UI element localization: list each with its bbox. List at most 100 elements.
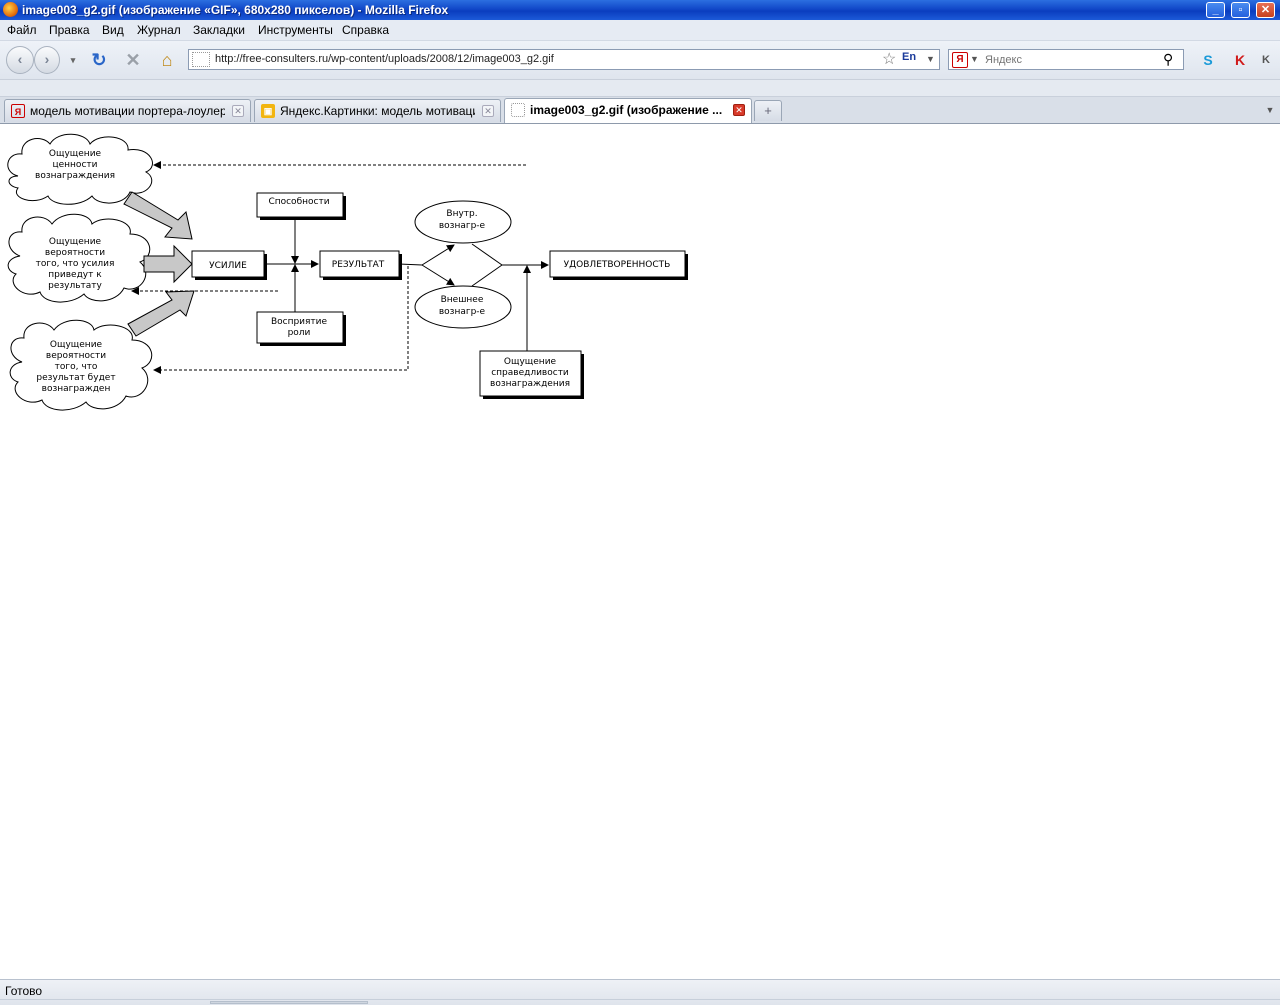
status-text: Готово [5, 984, 43, 998]
tab-porter-lawler[interactable]: Я модель мотивации портера-лоулера ... ✕ [4, 99, 251, 122]
menu-file[interactable]: Файл [7, 23, 37, 37]
status-bar: Готово [0, 979, 1280, 1005]
tab-bar: Я модель мотивации портера-лоулера ... ✕… [0, 97, 1280, 124]
search-engine-dropdown-icon[interactable]: ▼ [970, 50, 979, 69]
box-result-label: РЕЗУЛЬТАТ [332, 260, 385, 270]
tab-close-icon[interactable]: ✕ [482, 105, 494, 117]
address-bar[interactable]: ☆ En ▼ [188, 49, 940, 70]
search-input[interactable] [985, 50, 1155, 69]
firefox-logo-icon [3, 2, 18, 17]
box-fairness-line: справедливости [491, 368, 569, 378]
cloud-text: того, что [55, 362, 98, 372]
cloud-text: вознаграждения [35, 171, 115, 181]
cloud-text: Ощущение [49, 237, 102, 247]
yandex-images-favicon-icon: ▣ [261, 104, 275, 118]
status-divider [0, 999, 1280, 1000]
tab-list-icon[interactable]: ▼ [1262, 100, 1278, 121]
box-role-perception: Восприятие роли [256, 311, 346, 346]
box-effort: УСИЛИЕ [191, 250, 267, 280]
maximize-button[interactable]: ▫ [1231, 2, 1250, 18]
tab-close-icon[interactable]: ✕ [232, 105, 244, 117]
tab-label: модель мотивации портера-лоулера ... [30, 104, 225, 118]
tab-label: image003_g2.gif (изображение ... [530, 103, 723, 117]
arrow-result-to-internal [421, 244, 455, 266]
url-input[interactable] [215, 50, 855, 69]
line-external-to-join [471, 264, 503, 287]
box-role-line: роли [288, 328, 311, 338]
cloud-text: вероятности [46, 351, 106, 361]
ellipse-external-line: Внешнее [441, 295, 484, 305]
motivation-model-diagram: Ощущение ценности вознаграждения Ощущени… [7, 133, 688, 411]
search-icon[interactable]: ⚲ [1163, 50, 1173, 69]
box-result: РЕЗУЛЬТАТ [319, 250, 402, 280]
search-bar[interactable]: Я ▼ ⚲ [948, 49, 1184, 70]
home-icon[interactable]: ⌂ [156, 49, 178, 71]
ellipse-internal-reward: Внутр. вознагр-е [414, 200, 512, 244]
bookmark-star-icon[interactable]: ☆ [882, 50, 896, 69]
cloud-text: ценности [53, 160, 98, 170]
extension-k-icon[interactable]: K [1256, 50, 1276, 70]
box-abilities: Способности [256, 192, 346, 220]
menu-edit[interactable]: Правка [49, 23, 90, 37]
history-dropdown-icon[interactable]: ▾ [62, 49, 84, 71]
cloud-text: Ощущение [50, 340, 103, 350]
keyboard-layout-indicator[interactable]: En [902, 51, 916, 63]
thick-arrow-reward-probability-to-effort [127, 290, 195, 337]
navigation-toolbar: ‹ › ▾ ↻ ✕ ⌂ ☆ En ▼ Я ▼ ⚲ S K K [0, 41, 1280, 80]
box-fairness-line: Ощущение [504, 357, 557, 367]
yandex-favicon-icon: Я [11, 104, 25, 118]
skype-icon[interactable]: S [1198, 50, 1218, 70]
tab-label: Яндекс.Картинки: модель мотиваци... [280, 104, 475, 118]
tab-close-icon[interactable]: ✕ [733, 104, 745, 116]
kaspersky-icon[interactable]: K [1230, 50, 1250, 70]
thick-arrow-value-to-effort [123, 191, 193, 240]
yandex-engine-icon[interactable]: Я [952, 52, 968, 68]
cloud-text: вероятности [45, 248, 105, 258]
stop-icon[interactable]: ✕ [122, 49, 144, 71]
menu-tools[interactable]: Инструменты [258, 23, 333, 37]
back-button[interactable]: ‹ [6, 46, 34, 74]
ellipse-external-reward: Внешнее вознагр-е [414, 285, 512, 329]
menu-help[interactable]: Справка [342, 23, 389, 37]
menu-bookmarks[interactable]: Закладки [193, 23, 245, 37]
menu-bar: Файл Правка Вид Журнал Закладки Инструме… [0, 20, 1280, 41]
cloud-text: приведут к [48, 270, 102, 280]
reload-icon[interactable]: ↻ [88, 49, 110, 71]
tab-yandex-images[interactable]: ▣ Яндекс.Картинки: модель мотиваци... ✕ [254, 99, 501, 122]
forward-button[interactable]: › [34, 46, 60, 74]
box-role-line: Восприятие [271, 317, 328, 327]
box-satisfaction: УДОВЛЕТВОРЕННОСТЬ [549, 250, 688, 280]
box-fairness: Ощущение справедливости вознаграждения [479, 350, 584, 399]
cloud-text: результату [48, 281, 102, 291]
window-titlebar[interactable]: image003_g2.gif (изображение «GIF», 680x… [0, 0, 1280, 20]
box-fairness-line: вознаграждения [490, 379, 570, 389]
menu-view[interactable]: Вид [102, 23, 124, 37]
bookmarks-toolbar [0, 80, 1280, 97]
page-content: Ощущение ценности вознаграждения Ощущени… [0, 124, 1280, 979]
cloud-reward-probability: Ощущение вероятности того, что результат… [9, 319, 153, 411]
arrow-result-to-external [421, 264, 455, 286]
cloud-effort-probability: Ощущение вероятности того, что усилия пр… [7, 213, 151, 303]
url-dropdown-icon[interactable]: ▼ [926, 50, 935, 69]
window-title: image003_g2.gif (изображение «GIF», 680x… [22, 3, 449, 17]
line-result-stub [398, 263, 423, 266]
close-window-button[interactable]: ✕ [1256, 2, 1275, 18]
box-abilities-label: Способности [268, 197, 329, 207]
image-favicon-icon [511, 103, 525, 117]
cloud-text: результат будет [36, 373, 115, 383]
cloud-text: того, что усилия [36, 259, 115, 269]
box-effort-label: УСИЛИЕ [209, 261, 247, 271]
thick-arrow-probability-to-effort [143, 244, 193, 284]
cloud-text: Ощущение [49, 149, 102, 159]
menu-history[interactable]: Журнал [137, 23, 181, 37]
site-identity-icon[interactable] [192, 52, 210, 67]
box-satisfaction-label: УДОВЛЕТВОРЕННОСТЬ [564, 260, 671, 270]
new-tab-button[interactable]: + [754, 100, 782, 121]
tab-image003[interactable]: image003_g2.gif (изображение ... ✕ [504, 98, 752, 123]
cloud-text: вознагражден [42, 384, 111, 394]
ellipse-external-line: вознагр-е [439, 307, 486, 317]
line-internal-to-join [471, 243, 503, 266]
ellipse-internal-line: Внутр. [446, 209, 477, 219]
ellipse-internal-line: вознагр-е [439, 221, 486, 231]
minimize-button[interactable]: _ [1206, 2, 1225, 18]
